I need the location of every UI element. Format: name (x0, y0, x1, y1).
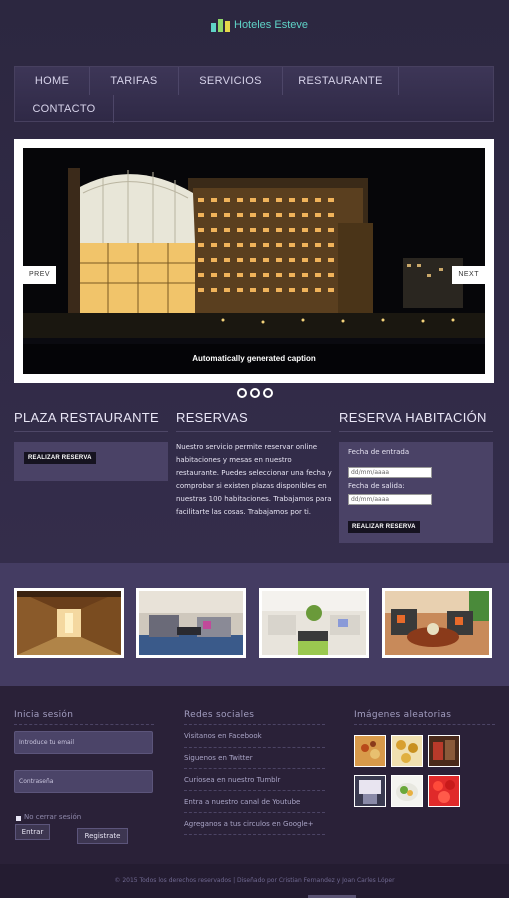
copyright-text: © 2015 Todos los derechos reservados | D… (0, 864, 509, 898)
food-photo-5-icon (392, 776, 422, 806)
social-divider (184, 834, 325, 835)
social-link-googleplus[interactable]: Agreganos a tus circulos en Google+ (184, 820, 314, 828)
slider-dot-2[interactable] (250, 388, 260, 398)
logo-mark-icon (211, 18, 230, 32)
gallery-band (0, 563, 509, 686)
plaza-reserve-button[interactable]: REALIZAR RESERVA (24, 452, 96, 464)
slide-caption: Automatically generated caption (23, 344, 485, 374)
slider-next-button[interactable]: NEXT (452, 266, 485, 284)
hotel-corridor-photo-icon (17, 591, 121, 655)
social-link-facebook[interactable]: Visitanos en Facebook (184, 732, 262, 740)
hotel-sitting-room-photo-icon (262, 591, 366, 655)
checkout-label: Fecha de salida: (348, 482, 405, 490)
random-image-2[interactable] (391, 735, 423, 767)
social-link-tumblr[interactable]: Curiosea en nuestro Tumblr (184, 776, 280, 784)
hotel-lounge-photo-icon (139, 591, 243, 655)
social-divider (184, 812, 325, 813)
slider-dot-3[interactable] (263, 388, 273, 398)
password-field[interactable]: Contraseña (14, 770, 153, 793)
logo-text: Hoteles Esteve (234, 19, 308, 31)
main-nav: HOME TARIFAS SERVICIOS RESTAURANTE CONTA… (14, 66, 494, 123)
slider-pagination (237, 388, 273, 398)
plaza-divider (14, 431, 168, 432)
random-image-3[interactable] (428, 735, 460, 767)
checkin-label: Fecha de entrada (348, 448, 410, 456)
social-divider (184, 724, 325, 725)
image-slider: PREV NEXT Automatically generated captio… (14, 139, 494, 383)
gallery-image-1[interactable] (14, 588, 124, 658)
habitacion-divider (339, 431, 493, 432)
social-divider (184, 747, 325, 748)
reserva-habitacion-title: RESERVA HABITACIÓN (339, 410, 487, 425)
nav-item-tarifas[interactable]: TARIFAS (90, 67, 179, 95)
random-image-4[interactable] (354, 775, 386, 807)
habitacion-reserve-button[interactable]: REALIZAR RESERVA (348, 521, 420, 533)
remember-label: No cerrar sesión (24, 813, 82, 821)
register-button[interactable]: Registrate (77, 828, 128, 844)
social-link-youtube[interactable]: Entra a nuestro canal de Youtube (184, 798, 300, 806)
slider-dot-1[interactable] (237, 388, 247, 398)
food-photo-4-icon (355, 776, 385, 806)
checkin-date-input[interactable]: dd/mm/aaaa (348, 467, 432, 478)
random-image-1[interactable] (354, 735, 386, 767)
food-photo-3-icon (429, 736, 459, 766)
checkout-date-input[interactable]: dd/mm/aaaa (348, 494, 432, 505)
nav-item-servicios[interactable]: SERVICIOS (179, 67, 283, 95)
slider-prev-button[interactable]: PREV (23, 266, 57, 284)
nav-item-contacto[interactable]: CONTACTO (15, 95, 114, 123)
nav-item-restaurante[interactable]: RESTAURANTE (283, 67, 399, 95)
login-divider (14, 724, 154, 725)
reservas-divider (176, 431, 331, 432)
random-image-5[interactable] (391, 775, 423, 807)
social-divider (184, 790, 325, 791)
food-photo-1-icon (355, 736, 385, 766)
site-footer: Inicia sesión Introduce tu email Contras… (0, 686, 509, 864)
hotel-living-room-photo-icon (385, 591, 489, 655)
reservas-description: Nuestro servicio permite reservar online… (176, 443, 332, 516)
slide-image: PREV NEXT Automatically generated captio… (23, 148, 485, 374)
site-logo[interactable]: Hoteles Esteve (211, 18, 308, 32)
social-link-twitter[interactable]: Siguenos en Twitter (184, 754, 253, 762)
gallery-image-4[interactable] (382, 588, 492, 658)
plaza-restaurante-title: PLAZA RESTAURANTE (14, 410, 160, 425)
food-photo-6-icon (429, 776, 459, 806)
random-image-6[interactable] (428, 775, 460, 807)
random-images-title: Imágenes aleatorias (354, 710, 452, 720)
plaza-restaurante-panel: REALIZAR RESERVA (14, 442, 168, 481)
food-photo-2-icon (392, 736, 422, 766)
social-title: Redes sociales (184, 710, 255, 720)
login-button[interactable]: Entrar (15, 824, 50, 840)
hotel-night-photo-icon (23, 148, 485, 374)
login-title: Inicia sesión (14, 710, 74, 720)
email-field[interactable]: Introduce tu email (14, 731, 153, 754)
social-divider (184, 768, 325, 769)
reservas-title: RESERVAS (176, 410, 249, 425)
gallery-image-3[interactable] (259, 588, 369, 658)
random-images-divider (354, 724, 495, 725)
remember-checkbox[interactable] (16, 816, 21, 821)
gallery-image-2[interactable] (136, 588, 246, 658)
nav-item-home[interactable]: HOME (15, 67, 90, 95)
reserva-habitacion-form: Fecha de entrada dd/mm/aaaa Fecha de sal… (339, 442, 493, 543)
